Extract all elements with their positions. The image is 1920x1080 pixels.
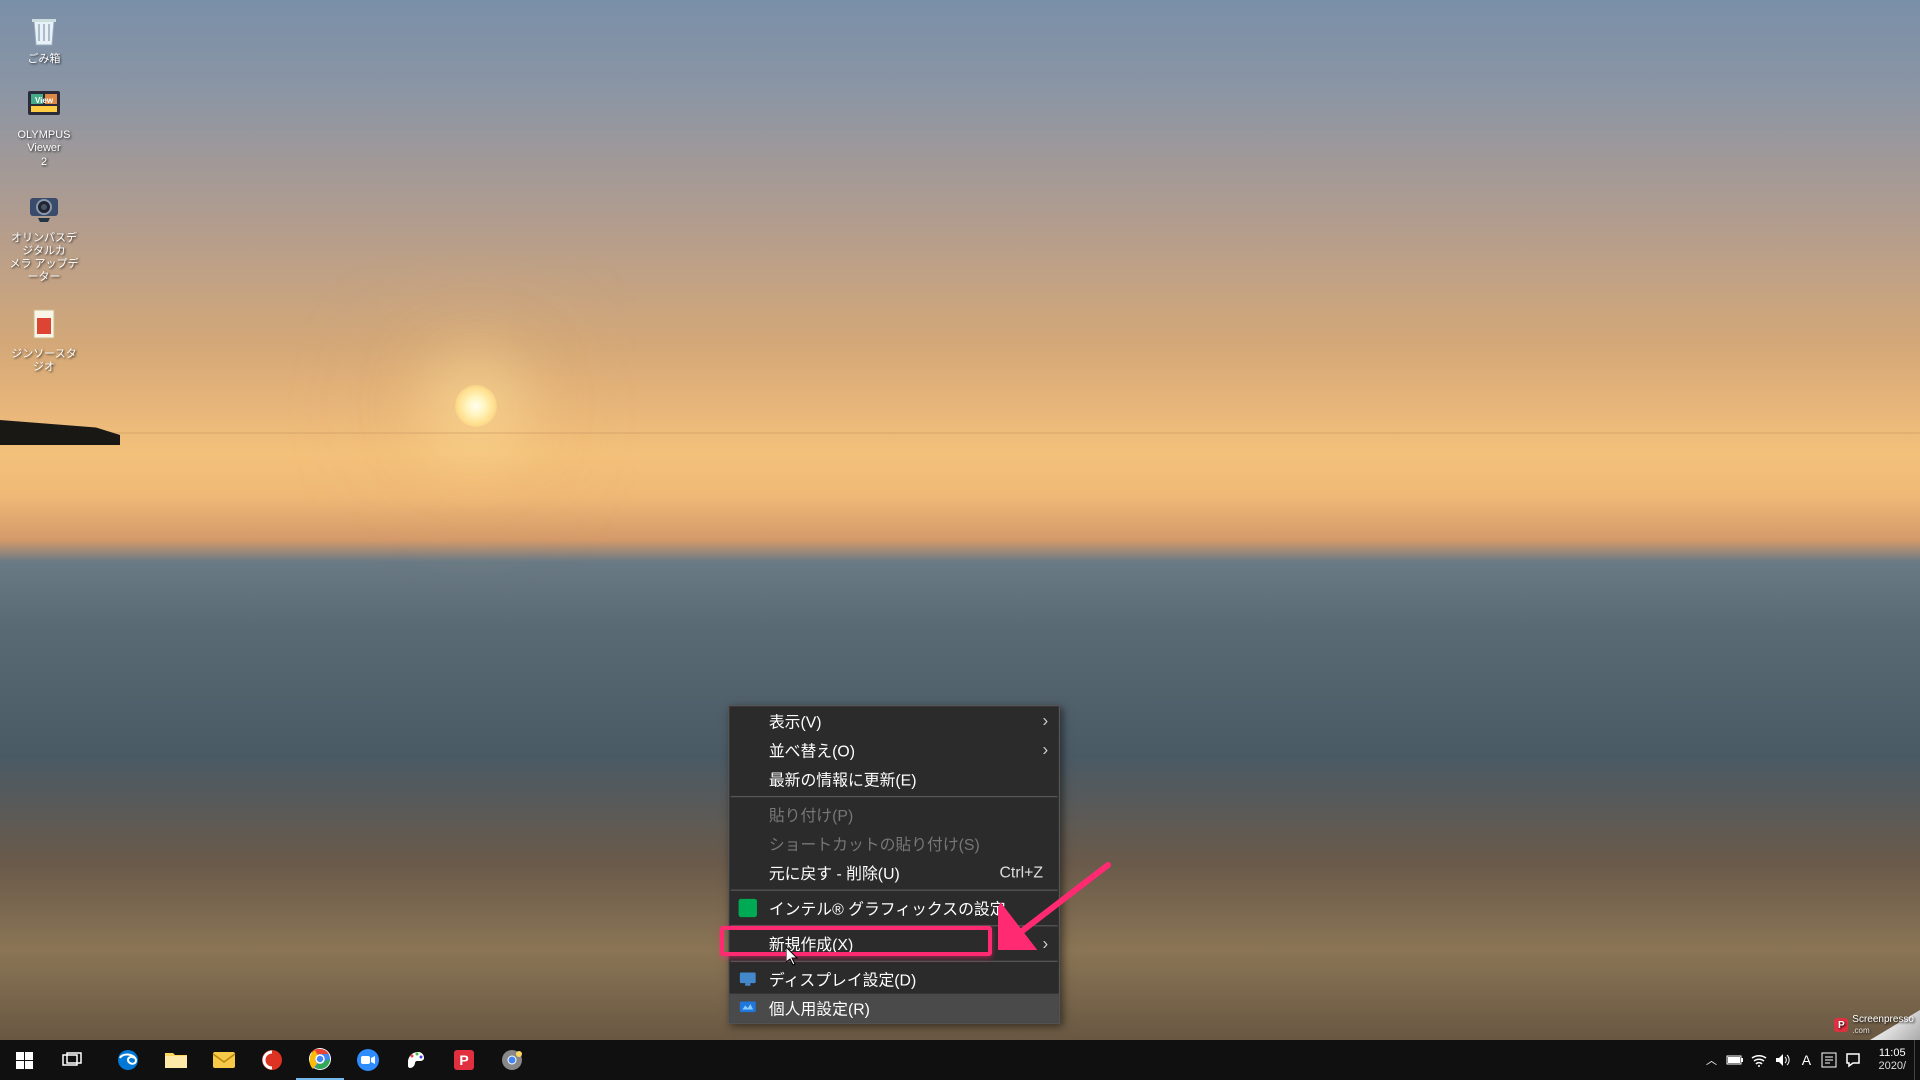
olympus-viewer-icon[interactable]: View OLYMPUS Viewer 2 (6, 84, 82, 169)
ctx-sort[interactable]: 並べ替え(O) (729, 735, 1059, 764)
tray-chevron-up-icon[interactable]: ︿ (1702, 1051, 1720, 1069)
mail-app-button[interactable] (200, 1040, 248, 1080)
start-button[interactable] (0, 1040, 48, 1080)
olympus-updater-icon[interactable]: オリンパスデジタルカ メラ アップデーター (6, 187, 82, 285)
ctx-paste-shortcut: ショートカットの貼り付け(S) (729, 829, 1059, 858)
ctx-refresh[interactable]: 最新の情報に更新(E) (729, 764, 1059, 793)
taskbar-right: ︿ A 11:05 2020/ (1694, 1040, 1920, 1080)
taskbar: P ︿ A 11:05 2020/ (0, 1040, 1920, 1080)
ctx-new[interactable]: 新規作成(X) (729, 929, 1059, 958)
trash-icon (23, 8, 65, 50)
clock-date: 2020/ (1878, 1060, 1906, 1073)
wallpaper-horizon (0, 432, 1920, 434)
paint-app-button[interactable] (392, 1040, 440, 1080)
svg-text:View: View (35, 96, 54, 105)
ctx-separator (731, 796, 1058, 797)
wallpaper-headland (0, 420, 120, 445)
icon-label: ジンソースタジオ (6, 348, 82, 374)
clock-time: 11:05 (1878, 1047, 1906, 1060)
ctx-personalize[interactable]: 個人用設定(R) (729, 994, 1059, 1023)
ctx-display-settings[interactable]: ディスプレイ設定(D) (729, 965, 1059, 994)
display-icon (737, 969, 758, 990)
ime-mode-indicator[interactable]: A (1798, 1051, 1814, 1069)
ctx-undo-delete[interactable]: 元に戻す - 削除(U)Ctrl+Z (729, 858, 1059, 887)
desktop-icons-column: ごみ箱 View OLYMPUS Viewer 2 オリンパスデジタルカ メラ … (6, 8, 86, 392)
recycle-bin-icon[interactable]: ごみ箱 (6, 8, 82, 66)
ctx-separator (731, 890, 1058, 891)
desktop-context-menu: 表示(V) 並べ替え(O) 最新の情報に更新(E) 貼り付け(P) ショートカッ… (728, 705, 1060, 1024)
studio-app-icon (23, 303, 65, 345)
zoom-button[interactable] (344, 1040, 392, 1080)
taskbar-left: P (0, 1040, 536, 1080)
battery-icon[interactable] (1726, 1051, 1744, 1069)
wifi-icon[interactable] (1750, 1051, 1768, 1069)
volume-icon[interactable] (1774, 1051, 1792, 1069)
ccleaner-button[interactable] (248, 1040, 296, 1080)
viewer-app-icon: View (23, 84, 65, 126)
personalize-icon (737, 998, 758, 1019)
ctx-intel-graphics[interactable]: インテル® グラフィックスの設定 (729, 893, 1059, 922)
icon-label: OLYMPUS Viewer 2 (6, 129, 82, 169)
svg-text:P: P (459, 1052, 468, 1068)
screenpresso-watermark: P Screenpresso.com (1834, 1014, 1914, 1036)
icon-label: オリンパスデジタルカ メラ アップデーター (6, 232, 82, 285)
icon-label: ごみ箱 (28, 53, 61, 66)
updater-app-icon (23, 187, 65, 229)
ctx-paste: 貼り付け(P) (729, 800, 1059, 829)
wallpaper-sun (455, 385, 497, 427)
system-tray: ︿ A (1694, 1040, 1870, 1080)
task-view-button[interactable] (48, 1040, 96, 1080)
ime-settings-icon[interactable] (1820, 1051, 1838, 1069)
file-explorer-button[interactable] (152, 1040, 200, 1080)
ctx-view[interactable]: 表示(V) (729, 706, 1059, 735)
chrome-alt-button[interactable] (488, 1040, 536, 1080)
p-app-button[interactable]: P (440, 1040, 488, 1080)
edge-browser-button[interactable] (104, 1040, 152, 1080)
ctx-separator (731, 925, 1058, 926)
ctx-separator (731, 961, 1058, 962)
jinsou-studio-icon[interactable]: ジンソースタジオ (6, 303, 82, 374)
taskbar-clock[interactable]: 11:05 2020/ (1870, 1047, 1914, 1073)
action-center-icon[interactable] (1844, 1051, 1862, 1069)
chrome-button[interactable] (296, 1040, 344, 1080)
show-desktop-button[interactable] (1914, 1040, 1920, 1080)
intel-icon (737, 897, 758, 918)
